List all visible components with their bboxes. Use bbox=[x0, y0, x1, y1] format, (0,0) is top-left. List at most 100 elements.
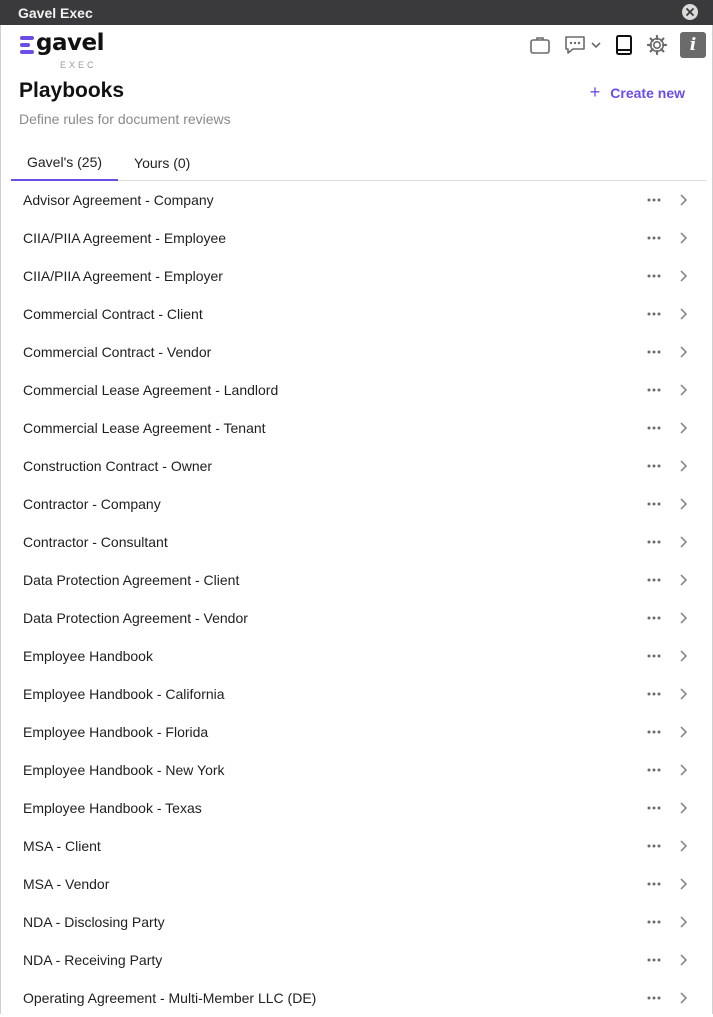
list-item-label: NDA - Disclosing Party bbox=[23, 914, 165, 930]
playbooks-button[interactable] bbox=[614, 32, 634, 58]
list-item-label: Data Protection Agreement - Client bbox=[23, 572, 240, 588]
book-icon bbox=[616, 35, 632, 55]
list-item[interactable]: Data Protection Agreement - Vendor bbox=[1, 599, 712, 637]
gear-icon bbox=[646, 34, 668, 56]
settings-button[interactable] bbox=[646, 32, 668, 58]
list-item[interactable]: Commercial Lease Agreement - Landlord bbox=[1, 371, 712, 409]
list-item-label: Employee Handbook - Florida bbox=[23, 724, 209, 740]
plus-icon: + bbox=[589, 82, 601, 102]
chat-menu-button[interactable] bbox=[563, 32, 602, 58]
chevron-right-icon[interactable] bbox=[675, 534, 691, 550]
more-icon[interactable] bbox=[646, 458, 662, 474]
list-item[interactable]: Employee Handbook - California bbox=[1, 675, 712, 713]
list-item[interactable]: Construction Contract - Owner bbox=[1, 447, 712, 485]
chevron-right-icon[interactable] bbox=[675, 382, 691, 398]
chevron-right-icon[interactable] bbox=[675, 420, 691, 436]
chevron-right-icon[interactable] bbox=[675, 610, 691, 626]
list-item-label: Data Protection Agreement - Vendor bbox=[23, 610, 248, 626]
list-item-label: CIIA/PIIA Agreement - Employer bbox=[23, 268, 223, 284]
more-icon[interactable] bbox=[646, 686, 662, 702]
logo-sub: EXEC bbox=[60, 60, 97, 70]
chevron-right-icon[interactable] bbox=[675, 268, 691, 284]
more-icon[interactable] bbox=[646, 762, 662, 778]
more-icon[interactable] bbox=[646, 800, 662, 816]
tab-yours[interactable]: Yours (0) bbox=[118, 145, 206, 181]
list-item[interactable]: CIIA/PIIA Agreement - Employee bbox=[1, 219, 712, 257]
chevron-right-icon[interactable] bbox=[675, 800, 691, 816]
list-item[interactable]: NDA - Receiving Party bbox=[1, 941, 712, 979]
list-item[interactable]: Advisor Agreement - Company bbox=[1, 181, 712, 219]
more-icon[interactable] bbox=[646, 230, 662, 246]
more-icon[interactable] bbox=[646, 914, 662, 930]
more-icon[interactable] bbox=[646, 268, 662, 284]
list-item-label: MSA - Vendor bbox=[23, 876, 110, 892]
list-item-label: Contractor - Consultant bbox=[23, 534, 168, 550]
chevron-right-icon[interactable] bbox=[675, 192, 691, 208]
tab-gavels[interactable]: Gavel's (25) bbox=[11, 145, 119, 181]
more-icon[interactable] bbox=[646, 838, 662, 854]
list-item[interactable]: Commercial Contract - Client bbox=[1, 295, 712, 333]
more-icon[interactable] bbox=[646, 952, 662, 968]
more-icon[interactable] bbox=[646, 990, 662, 1006]
list-item[interactable]: Commercial Contract - Vendor bbox=[1, 333, 712, 371]
list-item[interactable]: CIIA/PIIA Agreement - Employer bbox=[1, 257, 712, 295]
more-icon[interactable] bbox=[646, 306, 662, 322]
more-icon[interactable] bbox=[646, 192, 662, 208]
create-new-button[interactable]: + Create new bbox=[590, 82, 685, 103]
list-item[interactable]: Commercial Lease Agreement - Tenant bbox=[1, 409, 712, 447]
tab-bar: Gavel's (25) Yours (0) bbox=[11, 145, 706, 181]
list-item[interactable]: Employee Handbook - Florida bbox=[1, 713, 712, 751]
list-item[interactable]: Operating Agreement - Multi-Member LLC (… bbox=[1, 979, 712, 1017]
chevron-right-icon[interactable] bbox=[675, 306, 691, 322]
page-subtitle: Define rules for document reviews bbox=[19, 111, 231, 127]
more-icon[interactable] bbox=[646, 572, 662, 588]
chevron-right-icon[interactable] bbox=[675, 572, 691, 588]
chevron-right-icon[interactable] bbox=[675, 496, 691, 512]
logo-mark-icon bbox=[20, 36, 34, 54]
list-item-label: Employee Handbook - California bbox=[23, 686, 225, 702]
chevron-right-icon[interactable] bbox=[675, 648, 691, 664]
more-icon[interactable] bbox=[646, 344, 662, 360]
more-icon[interactable] bbox=[646, 496, 662, 512]
chevron-right-icon[interactable] bbox=[675, 230, 691, 246]
list-item[interactable]: MSA - Vendor bbox=[1, 865, 712, 903]
list-item[interactable]: Contractor - Company bbox=[1, 485, 712, 523]
more-icon[interactable] bbox=[646, 648, 662, 664]
more-icon[interactable] bbox=[646, 610, 662, 626]
chevron-right-icon[interactable] bbox=[675, 914, 691, 930]
chevron-right-icon[interactable] bbox=[675, 458, 691, 474]
toolbar: i bbox=[517, 32, 706, 58]
chevron-right-icon[interactable] bbox=[675, 686, 691, 702]
list-item-label: CIIA/PIIA Agreement - Employee bbox=[23, 230, 227, 246]
more-icon[interactable] bbox=[646, 534, 662, 550]
window-title: Gavel Exec bbox=[18, 4, 93, 21]
list-item-label: Advisor Agreement - Company bbox=[23, 192, 214, 208]
more-icon[interactable] bbox=[646, 876, 662, 892]
close-icon[interactable] bbox=[682, 4, 698, 20]
chevron-right-icon[interactable] bbox=[675, 724, 691, 740]
gavel-logo: gavel EXEC bbox=[20, 30, 110, 70]
list-item[interactable]: Employee Handbook - Texas bbox=[1, 789, 712, 827]
chevron-right-icon[interactable] bbox=[675, 838, 691, 854]
info-icon[interactable]: i bbox=[680, 32, 706, 58]
chevron-right-icon[interactable] bbox=[675, 876, 691, 892]
list-item[interactable]: Data Protection Agreement - Client bbox=[1, 561, 712, 599]
list-item[interactable]: Contractor - Consultant bbox=[1, 523, 712, 561]
list-item-label: Commercial Lease Agreement - Tenant bbox=[23, 420, 266, 436]
chevron-right-icon[interactable] bbox=[675, 762, 691, 778]
briefcase-button[interactable] bbox=[529, 32, 551, 58]
list-item-label: Employee Handbook - Texas bbox=[23, 800, 202, 816]
list-item-label: Employee Handbook bbox=[23, 648, 153, 664]
chevron-right-icon[interactable] bbox=[675, 990, 691, 1006]
more-icon[interactable] bbox=[646, 420, 662, 436]
list-item[interactable]: NDA - Disclosing Party bbox=[1, 903, 712, 941]
chevron-right-icon[interactable] bbox=[675, 344, 691, 360]
list-item-label: NDA - Receiving Party bbox=[23, 952, 163, 968]
list-item[interactable]: Employee Handbook bbox=[1, 637, 712, 675]
list-item[interactable]: Employee Handbook - New York bbox=[1, 751, 712, 789]
list-item[interactable]: MSA - Client bbox=[1, 827, 712, 865]
create-new-label: Create new bbox=[610, 84, 685, 101]
more-icon[interactable] bbox=[646, 382, 662, 398]
chevron-right-icon[interactable] bbox=[675, 952, 691, 968]
more-icon[interactable] bbox=[646, 724, 662, 740]
